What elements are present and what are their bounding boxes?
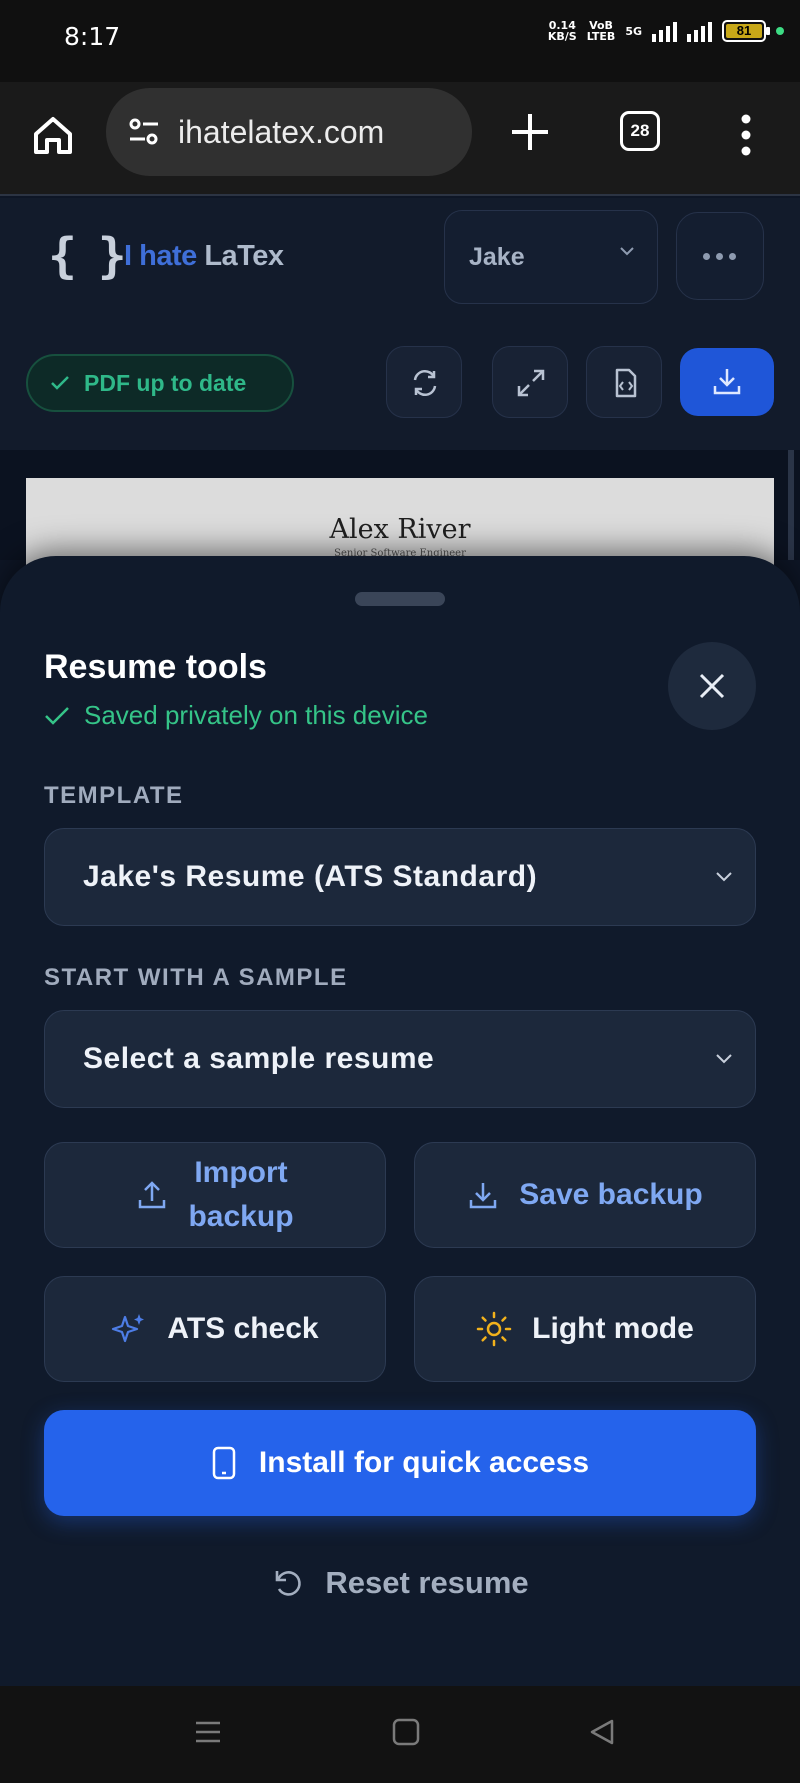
template-value: Jake's Resume (ATS Standard) [83, 860, 538, 893]
install-label: Install for quick access [258, 1446, 590, 1479]
install-app-button[interactable]: Install for quick access [44, 1410, 756, 1516]
chevron-down-icon [620, 247, 634, 256]
sparkles-icon [112, 1314, 145, 1343]
sun-icon [476, 1311, 512, 1347]
saved-status-text: Saved privately on this device [84, 700, 428, 730]
save-backup-button[interactable]: Save backup [414, 1142, 756, 1248]
chevron-down-icon [716, 1054, 732, 1064]
download-icon [470, 1183, 497, 1209]
export-source-button[interactable] [586, 346, 662, 418]
pdf-preview: Alex River Senior Software Engineer [0, 450, 800, 578]
resume-tools-sheet: Resume tools Saved privately on this dev… [0, 556, 800, 1686]
clock: 8:17 [64, 22, 121, 51]
logo-braces-icon: { } [48, 228, 127, 284]
signal-icon [652, 20, 677, 42]
import-backup-button[interactable]: Import backup [44, 1142, 386, 1248]
check-icon [45, 706, 69, 725]
close-icon [699, 673, 725, 699]
refresh-icon [413, 370, 437, 396]
network-speed: 0.14 KB/S [547, 19, 577, 43]
battery-level: 81 [726, 24, 762, 38]
resume-name: Alex River [329, 514, 471, 545]
light-mode-button[interactable]: Light mode [414, 1276, 756, 1382]
tab-switcher-button[interactable]: 28 [620, 111, 660, 151]
sample-placeholder: Select a sample resume [83, 1042, 435, 1075]
sample-label: START WITH A SAMPLE [44, 964, 348, 991]
profile-select[interactable]: Jake [444, 210, 658, 304]
save-backup-label: Save backup [519, 1178, 703, 1211]
site-settings-icon[interactable] [126, 114, 162, 150]
sheet-title: Resume tools [44, 648, 267, 686]
file-code-icon [615, 368, 637, 398]
reset-resume-button[interactable]: Reset resume [0, 1548, 800, 1618]
volte-indicator: VoB LTEB [586, 19, 616, 43]
signal-icon-2 [687, 20, 712, 42]
battery-icon: 81 [722, 20, 770, 42]
status-icons: 0.14 KB/S VoB LTEB 5G 81 [548, 20, 784, 42]
overflow-menu-icon[interactable] [736, 112, 756, 158]
template-label: TEMPLATE [44, 782, 184, 809]
pdf-status-badge: PDF up to date [26, 354, 294, 412]
sample-select[interactable]: Select a sample resume [44, 1010, 756, 1108]
home-icon[interactable] [30, 112, 76, 158]
address-bar[interactable]: ihatelatex.com [106, 88, 472, 176]
back-icon[interactable] [588, 1718, 616, 1746]
upload-icon [139, 1181, 166, 1209]
more-dots-icon [703, 253, 736, 260]
light-mode-label: Light mode [532, 1312, 694, 1345]
refresh-button[interactable] [386, 346, 462, 418]
import-backup-label: Import backup [188, 1156, 294, 1233]
ats-check-button[interactable]: ATS check [44, 1276, 386, 1382]
ats-check-label: ATS check [167, 1312, 319, 1345]
sheet-drag-handle[interactable] [355, 592, 445, 606]
preview-scrollbar[interactable] [788, 450, 794, 560]
template-select[interactable]: Jake's Resume (ATS Standard) [44, 828, 756, 926]
close-button[interactable] [668, 642, 756, 730]
undo-icon [276, 1571, 302, 1596]
recent-apps-icon[interactable] [194, 1718, 222, 1746]
fullscreen-button[interactable] [492, 346, 568, 418]
browser-toolbar: ihatelatex.com 28 [0, 82, 800, 196]
check-icon [51, 376, 69, 390]
smartphone-icon [212, 1446, 236, 1480]
reset-label: Reset resume [325, 1565, 529, 1600]
signal-5g-label: 5G [625, 24, 642, 38]
saved-status: Saved privately on this device [44, 700, 428, 731]
url-text[interactable]: ihatelatex.com [178, 114, 384, 151]
expand-icon [517, 369, 545, 397]
system-nav-bar [0, 1686, 800, 1783]
more-options-button[interactable] [676, 212, 764, 300]
profile-name: Jake [469, 243, 525, 271]
privacy-dot-icon [776, 27, 784, 35]
pdf-status-text: PDF up to date [84, 369, 247, 396]
chevron-down-icon [716, 872, 732, 882]
download-icon [713, 369, 741, 395]
brand-name: I hate LaTex [124, 240, 284, 272]
download-pdf-button[interactable] [680, 348, 774, 416]
home-nav-icon[interactable] [392, 1718, 420, 1746]
status-bar: 8:17 0.14 KB/S VoB LTEB 5G 81 [0, 0, 800, 82]
new-tab-icon[interactable] [508, 110, 552, 154]
app-header: { } I hate LaTex Jake PDF up to date [0, 198, 800, 450]
